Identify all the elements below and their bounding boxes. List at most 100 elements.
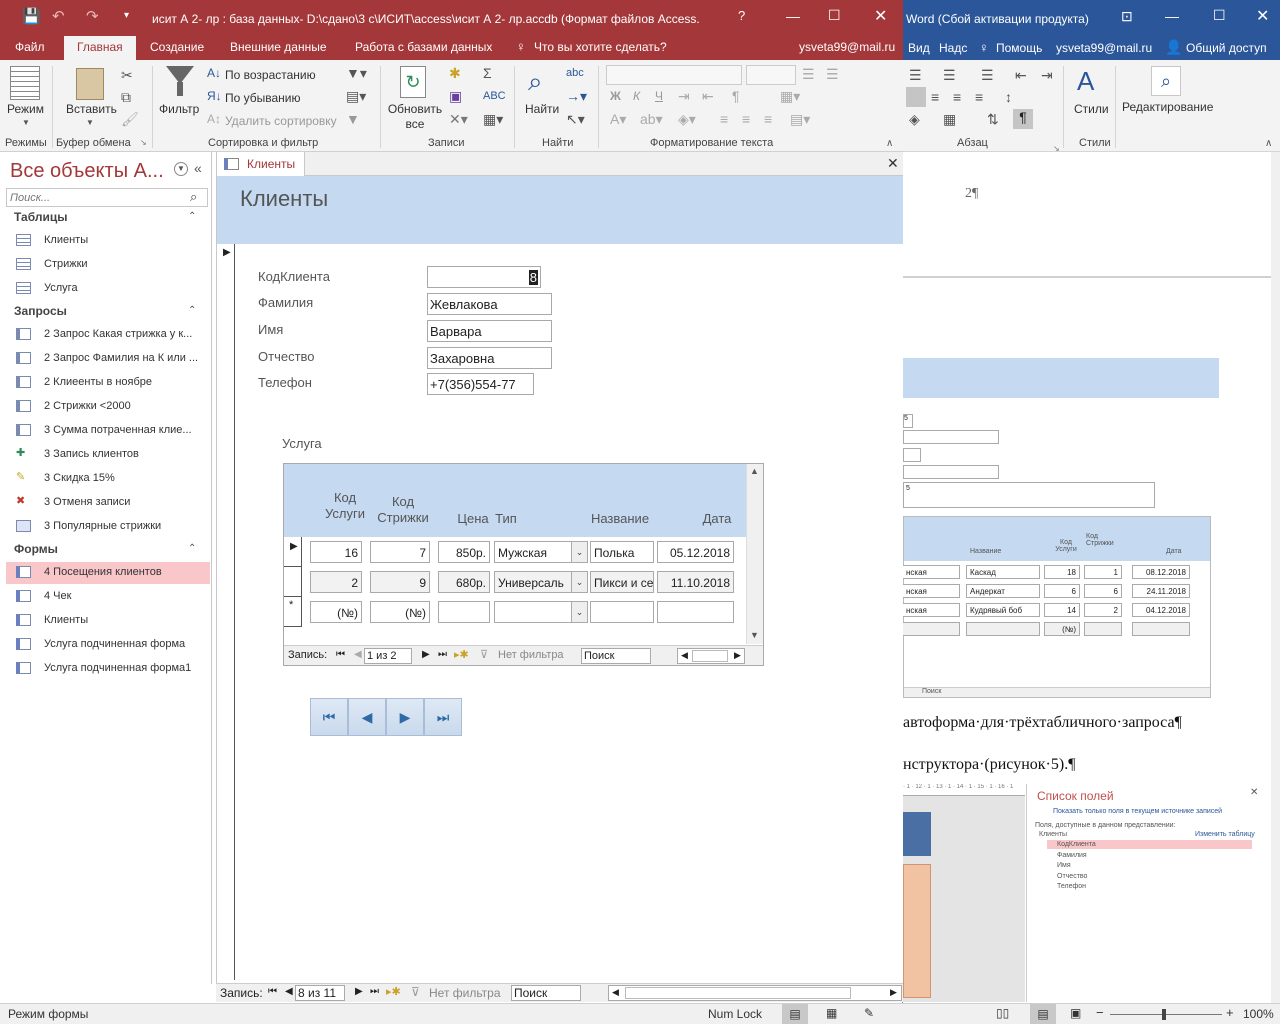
prev-record-nav-icon[interactable]: ◀ <box>285 986 293 997</box>
pilcrow-icon[interactable]: ¶ <box>1013 109 1033 129</box>
cell-service-id[interactable]: 16 <box>310 541 362 563</box>
doc-tab-clients[interactable]: Клиенты <box>217 152 305 176</box>
list-bullets-icon[interactable]: ☰ <box>802 67 815 81</box>
record-search-box[interactable]: Поиск <box>511 985 581 1001</box>
find-icon[interactable]: ⌕ <box>528 66 543 98</box>
select-icon[interactable]: ↖▾ <box>566 112 585 126</box>
cell-name[interactable] <box>590 601 654 623</box>
tab-external-data[interactable]: Внешние данные <box>230 40 327 54</box>
gridlines-icon[interactable]: ▦▾ <box>780 89 800 103</box>
previous-record-button[interactable]: ◀ <box>348 698 386 736</box>
print-layout-icon[interactable]: ▤ <box>1030 1004 1056 1024</box>
font-size-select[interactable] <box>746 65 796 85</box>
record-selector[interactable]: ▶ <box>217 244 235 980</box>
copy-icon[interactable]: ⧉ <box>121 90 131 104</box>
styles-icon[interactable]: A <box>1077 66 1094 97</box>
web-layout-icon[interactable]: ▣ <box>1070 1006 1081 1020</box>
tab-create[interactable]: Создание <box>150 40 204 54</box>
sort-icon[interactable]: ⇅ <box>987 112 999 126</box>
nav-section-header[interactable]: Формы <box>14 542 58 556</box>
paste-icon[interactable] <box>76 68 104 100</box>
cell-price[interactable] <box>438 601 490 623</box>
decrease-indent-icon[interactable]: ⇤ <box>702 89 714 103</box>
align-center-icon[interactable]: ≡ <box>742 112 750 126</box>
ribbon-display-icon[interactable]: ⊡ <box>1121 8 1133 25</box>
collapse-chevron-icon[interactable]: ⌃ <box>188 305 196 316</box>
filter-button[interactable]: Фильтр <box>159 102 199 116</box>
word-tab-addins[interactable]: Надс <box>939 41 967 55</box>
remove-sort-icon[interactable]: A↕ <box>207 112 221 126</box>
minimize-icon[interactable]: — <box>786 8 800 24</box>
align-left-icon[interactable]: ≡ <box>720 112 728 126</box>
sub-filter-status[interactable]: Нет фильтра <box>498 649 564 661</box>
cut-icon[interactable]: ✂ <box>121 68 133 82</box>
fill-color-icon[interactable]: ◈▾ <box>678 112 696 126</box>
refresh-all-button[interactable]: Обновить все <box>387 102 443 132</box>
zoom-slider[interactable] <box>1110 1014 1222 1015</box>
borders-icon[interactable]: ▦ <box>943 112 956 126</box>
collapse-chevron-icon[interactable]: ⌃ <box>188 211 196 222</box>
surname-field[interactable]: Жевлакова <box>427 293 552 315</box>
nav-item-query[interactable]: 2 Запрос Какая стрижка у к... <box>14 324 210 346</box>
name-field[interactable]: Варвара <box>427 320 552 342</box>
align-right-icon[interactable]: ≡ <box>764 112 772 126</box>
view-icon[interactable] <box>10 66 40 100</box>
selection-filter-icon[interactable]: ▼▾ <box>346 66 367 80</box>
sub-last-record-icon[interactable]: ⏭ <box>438 649 447 660</box>
styles-button[interactable]: Стили <box>1074 102 1109 116</box>
form-view-icon[interactable]: ▤ <box>782 1004 808 1024</box>
nav-item-form[interactable]: Услуга подчиненная форма <box>14 634 210 656</box>
word-vscrollbar[interactable] <box>1271 152 1280 1003</box>
font-name-select[interactable] <box>606 65 742 85</box>
nav-item-query[interactable]: ✎ 3 Скидка 15% <box>14 468 210 490</box>
align-left-icon[interactable] <box>906 87 926 107</box>
increase-indent-icon[interactable]: ⇥ <box>1041 68 1053 82</box>
clipboard-launcher-icon[interactable]: ↘ <box>140 138 147 147</box>
zoom-level[interactable]: 100% <box>1243 1007 1274 1021</box>
layout-view-icon[interactable]: ▦ <box>826 1006 837 1020</box>
patronymic-field[interactable]: Захаровна <box>427 347 552 369</box>
read-mode-icon[interactable]: ▯▯ <box>996 1006 1009 1020</box>
list-numbers-icon[interactable]: ☰ <box>826 67 839 81</box>
field-list-close-icon[interactable]: ✕ <box>1250 787 1258 798</box>
cell-service-id[interactable]: (№) <box>310 601 362 623</box>
line-spacing-icon[interactable]: ↕ <box>1005 90 1012 104</box>
record-position[interactable]: 8 из 11 <box>295 985 345 1001</box>
numbering-icon[interactable]: ☰ <box>943 68 956 82</box>
customize-qat-icon[interactable]: ▾ <box>124 10 129 21</box>
minimize-icon[interactable]: — <box>1165 8 1179 24</box>
close-icon[interactable]: ✕ <box>874 6 887 26</box>
filter-status[interactable]: Нет фильтра <box>429 986 501 1000</box>
find-button[interactable]: Найти <box>525 102 559 116</box>
highlight-icon[interactable]: ab▾ <box>640 112 663 126</box>
first-record-nav-icon[interactable]: ⏮ <box>268 986 277 997</box>
first-record-button[interactable]: ⏮ <box>310 698 348 736</box>
word-tab-view[interactable]: Вид <box>908 41 930 55</box>
tell-me-input[interactable]: Что вы хотите сделать? <box>534 40 667 54</box>
nav-title[interactable]: Все объекты А... <box>10 160 164 183</box>
tab-database-tools[interactable]: Работа с базами данных <box>355 40 492 54</box>
nav-item-table[interactable]: Клиенты <box>14 230 210 252</box>
scroll-up-icon[interactable]: ▲ <box>750 466 759 476</box>
save-icon[interactable]: 💾 <box>22 7 41 25</box>
nav-item-query[interactable]: 2 Запрос Фамилия на К или ... <box>14 348 210 370</box>
next-record-button[interactable]: ▶ <box>386 698 424 736</box>
close-document-icon[interactable]: ✕ <box>887 155 899 172</box>
help-icon[interactable]: ? <box>738 8 745 23</box>
nav-section-header[interactable]: Запросы <box>14 304 67 318</box>
advanced-filter-icon[interactable]: ▤▾ <box>346 89 366 103</box>
cell-price[interactable]: 680р. <box>438 571 490 593</box>
refresh-icon[interactable]: ↻ <box>400 66 426 98</box>
cell-date[interactable]: 11.10.2018 <box>657 571 734 593</box>
zoom-in-icon[interactable]: + <box>1226 1005 1234 1020</box>
underline-button[interactable]: Ч <box>655 89 663 103</box>
collapse-chevron-icon[interactable]: ⌃ <box>188 543 196 554</box>
collapse-ribbon-icon[interactable]: ∧ <box>1265 138 1272 149</box>
spelling-icon[interactable]: ABC <box>483 89 506 103</box>
nav-item-query[interactable]: 3 Сумма потраченная клие... <box>14 420 210 442</box>
nav-item-form[interactable]: Услуга подчиненная форма1 <box>14 658 210 680</box>
sub-filter-icon[interactable]: ⊽ <box>480 648 488 661</box>
design-view-icon[interactable]: ✎ <box>864 1006 874 1020</box>
paste-button[interactable]: Вставить <box>66 102 117 116</box>
bold-button[interactable]: Ж <box>610 89 621 103</box>
